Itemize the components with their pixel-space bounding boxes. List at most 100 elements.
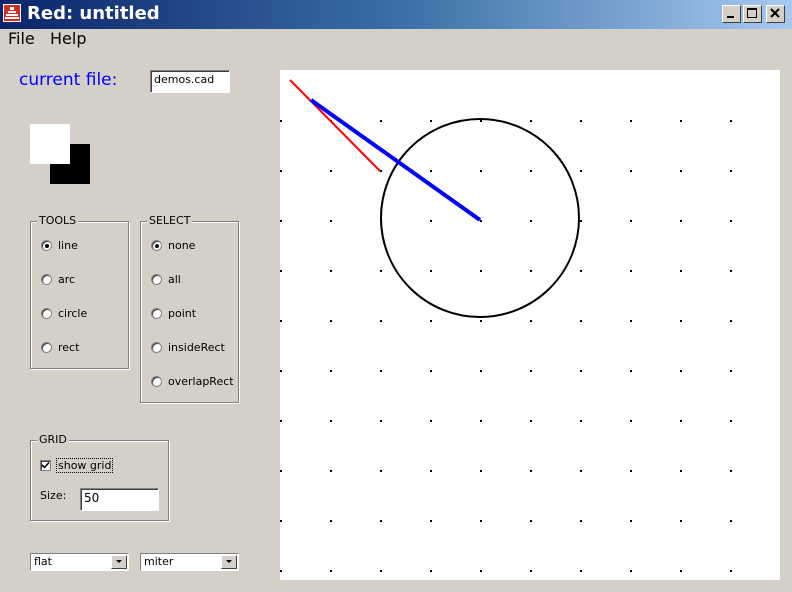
grid-dot [580, 270, 582, 272]
maximize-icon [747, 8, 757, 18]
grid-dot [280, 370, 282, 372]
line-join-dropdown-button[interactable] [221, 555, 237, 569]
current-file-label: current file: [19, 70, 118, 90]
menu-file[interactable]: File [8, 30, 35, 48]
grid-dot [330, 520, 332, 522]
line-cap-value: flat [34, 555, 52, 568]
grid-dot [580, 320, 582, 322]
menu-help[interactable]: Help [50, 30, 86, 48]
grid-dot [330, 220, 332, 222]
grid-dot [480, 120, 482, 122]
select-overlaprect-radio[interactable] [151, 376, 162, 387]
grid-dot [730, 420, 732, 422]
grid-dot [480, 420, 482, 422]
grid-dot [480, 520, 482, 522]
tool-rect-label: rect [58, 341, 80, 354]
grid-dot [480, 570, 482, 572]
grid-dot [680, 220, 682, 222]
grid-dot [630, 220, 632, 222]
select-all-label: all [168, 273, 181, 286]
line-cap-dropdown-button[interactable] [111, 555, 127, 569]
grid-dot [630, 120, 632, 122]
tool-rect-radio[interactable] [41, 342, 52, 353]
grid-dot [680, 120, 682, 122]
current-file-field[interactable]: demos.cad [150, 70, 230, 93]
drawn-red-line[interactable] [289, 79, 381, 172]
grid-dot [280, 170, 282, 172]
grid-dot [330, 170, 332, 172]
grid-dot [530, 470, 532, 472]
grid-dot [480, 170, 482, 172]
grid-dot [280, 520, 282, 522]
grid-size-value: 50 [84, 491, 100, 505]
grid-dot [530, 520, 532, 522]
select-overlaprect-label: overlapRect [168, 375, 234, 388]
grid-dot [580, 220, 582, 222]
tool-arc-radio[interactable] [41, 274, 52, 285]
select-point-radio[interactable] [151, 308, 162, 319]
show-grid-label: show grid [55, 458, 114, 473]
close-icon [770, 8, 780, 18]
grid-dot [680, 320, 682, 322]
grid-dot [380, 570, 382, 572]
grid-dot [330, 470, 332, 472]
checkmark-icon [41, 461, 50, 469]
foreground-color-swatch[interactable] [30, 124, 70, 164]
grid-dot [530, 220, 532, 222]
grid-dot [280, 320, 282, 322]
maximize-button[interactable] [743, 5, 762, 23]
minimize-button[interactable] [722, 5, 741, 23]
grid-dot [630, 570, 632, 572]
grid-dot [730, 470, 732, 472]
selected-blue-line[interactable] [309, 98, 482, 222]
close-button[interactable] [766, 5, 785, 23]
select-none-label: none [168, 239, 196, 252]
grid-dot [580, 170, 582, 172]
grid-dot [630, 520, 632, 522]
grid-dot [630, 420, 632, 422]
select-all-radio[interactable] [151, 274, 162, 285]
grid-dot [630, 170, 632, 172]
line-cap-select[interactable]: flat [30, 553, 129, 571]
grid-dot [330, 570, 332, 572]
grid-dot [430, 220, 432, 222]
grid-dot [380, 470, 382, 472]
grid-dot [380, 370, 382, 372]
grid-dot [530, 370, 532, 372]
select-none-radio[interactable] [151, 240, 162, 251]
grid-dot [730, 320, 732, 322]
grid-group-title: GRID [37, 433, 69, 446]
grid-dot [480, 320, 482, 322]
select-point-label: point [168, 307, 197, 320]
tool-line-radio[interactable] [41, 240, 52, 251]
grid-dot [330, 270, 332, 272]
grid-dot [580, 570, 582, 572]
grid-dot [730, 170, 732, 172]
select-insiderect-radio[interactable] [151, 342, 162, 353]
grid-dot [430, 470, 432, 472]
grid-dot [630, 470, 632, 472]
grid-dot [680, 170, 682, 172]
grid-dot [530, 320, 532, 322]
grid-dot [530, 570, 532, 572]
tool-circle-radio[interactable] [41, 308, 52, 319]
grid-dot [430, 320, 432, 322]
grid-dot [530, 270, 532, 272]
grid-dot [380, 420, 382, 422]
grid-dot [330, 420, 332, 422]
grid-dot [530, 170, 532, 172]
line-join-select[interactable]: miter [140, 553, 239, 571]
tool-arc-label: arc [58, 273, 76, 286]
drawing-canvas[interactable] [280, 70, 780, 580]
grid-dot [680, 420, 682, 422]
grid-dot [730, 270, 732, 272]
chevron-down-icon [226, 560, 232, 563]
grid-dot [730, 520, 732, 522]
grid-dot [730, 120, 732, 122]
grid-dot [430, 170, 432, 172]
select-group-title: SELECT [147, 214, 193, 227]
grid-size-input[interactable]: 50 [80, 488, 159, 511]
show-grid-checkbox[interactable] [40, 460, 51, 471]
grid-dot [280, 470, 282, 472]
grid-dot [680, 570, 682, 572]
